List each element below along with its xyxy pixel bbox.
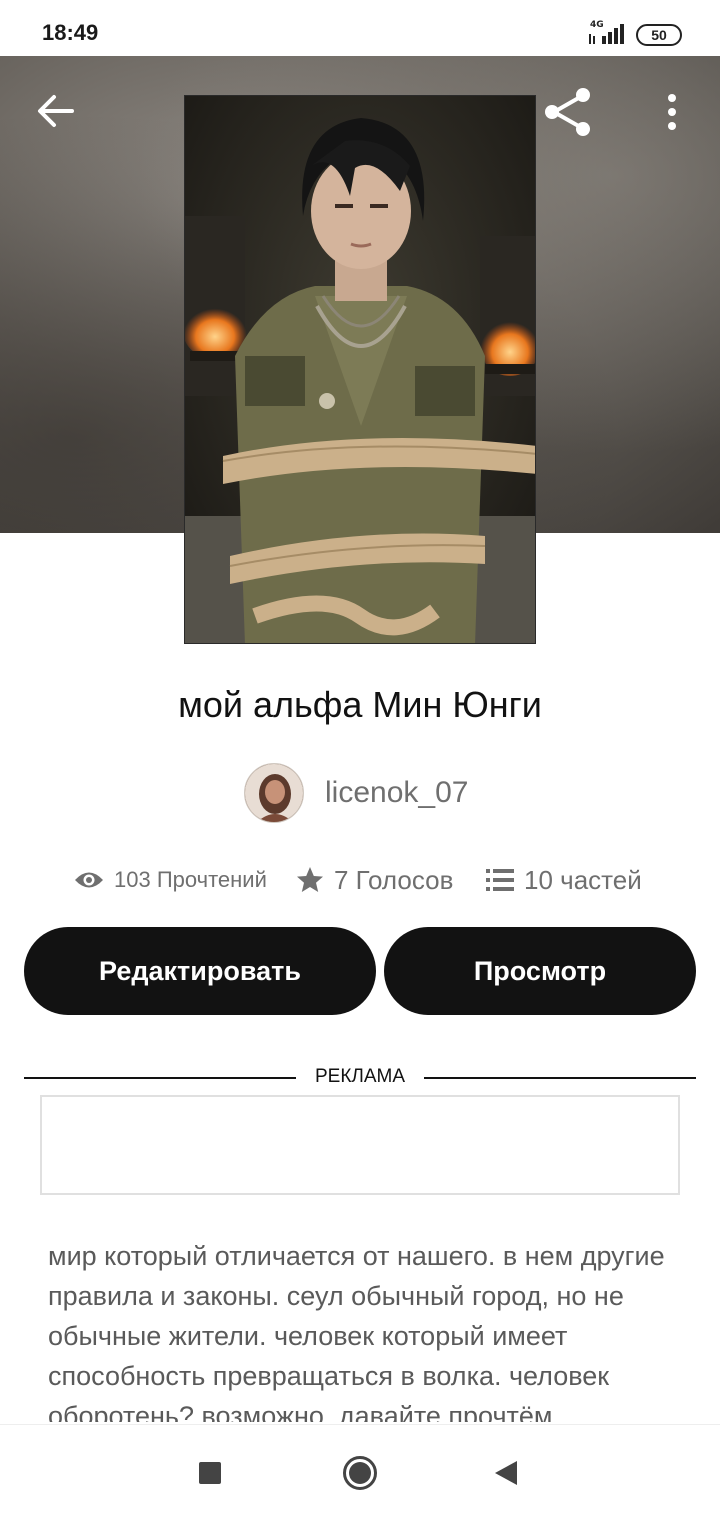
story-cover-image[interactable] <box>184 95 536 644</box>
star-icon <box>297 867 323 892</box>
story-title: мой альфа Мин Юнги <box>178 684 542 725</box>
status-bar: 18:49 4G 50 <box>0 0 720 56</box>
battery-icon: 50 <box>636 24 682 46</box>
avatar[interactable] <box>244 763 304 823</box>
votes-count: 7 Голосов <box>334 864 454 895</box>
status-time: 18:49 <box>42 20 99 45</box>
story-stats: 103 Прочтений 7 Голосов 10 частей <box>0 858 720 902</box>
divider-line <box>24 1077 296 1079</box>
parts-count: 10 частей <box>524 864 642 895</box>
author-name[interactable]: licenok_07 <box>325 776 468 810</box>
eye-icon <box>75 872 103 888</box>
more-options-button[interactable] <box>654 88 690 136</box>
system-nav-bar <box>0 1424 720 1520</box>
system-back-button[interactable] <box>476 1425 536 1520</box>
recents-button[interactable] <box>180 1425 240 1520</box>
reads-stat: 103 Прочтений <box>74 858 267 902</box>
share-icon <box>545 88 590 136</box>
share-button[interactable] <box>540 84 596 140</box>
ad-label: РЕКЛАМА <box>314 1066 406 1087</box>
parts-stat: 10 частей <box>486 858 642 902</box>
network-type: 4G <box>590 20 604 30</box>
triangle-back-icon <box>495 1461 517 1485</box>
story-description: мир который отличается от нашего. в нем … <box>48 1241 665 1422</box>
circle-icon <box>343 1456 377 1490</box>
more-vertical-icon <box>668 94 676 130</box>
square-icon <box>199 1462 221 1484</box>
edit-button[interactable]: Редактировать <box>24 927 376 1015</box>
arrow-left-icon <box>38 95 74 127</box>
reads-count: 103 Прочтений <box>114 867 267 892</box>
divider-line <box>424 1077 696 1079</box>
view-button[interactable]: Просмотр <box>384 927 696 1015</box>
list-icon <box>486 869 514 891</box>
signal-icon: 4G <box>588 20 630 46</box>
battery-level: 50 <box>651 27 667 43</box>
author-link[interactable]: licenok_07 <box>244 763 468 823</box>
home-button[interactable] <box>330 1425 390 1520</box>
back-button[interactable] <box>30 88 82 134</box>
ad-divider: РЕКЛАМА <box>24 1066 696 1090</box>
votes-stat: 7 Голосов <box>296 858 453 902</box>
ad-placeholder[interactable] <box>40 1095 680 1195</box>
